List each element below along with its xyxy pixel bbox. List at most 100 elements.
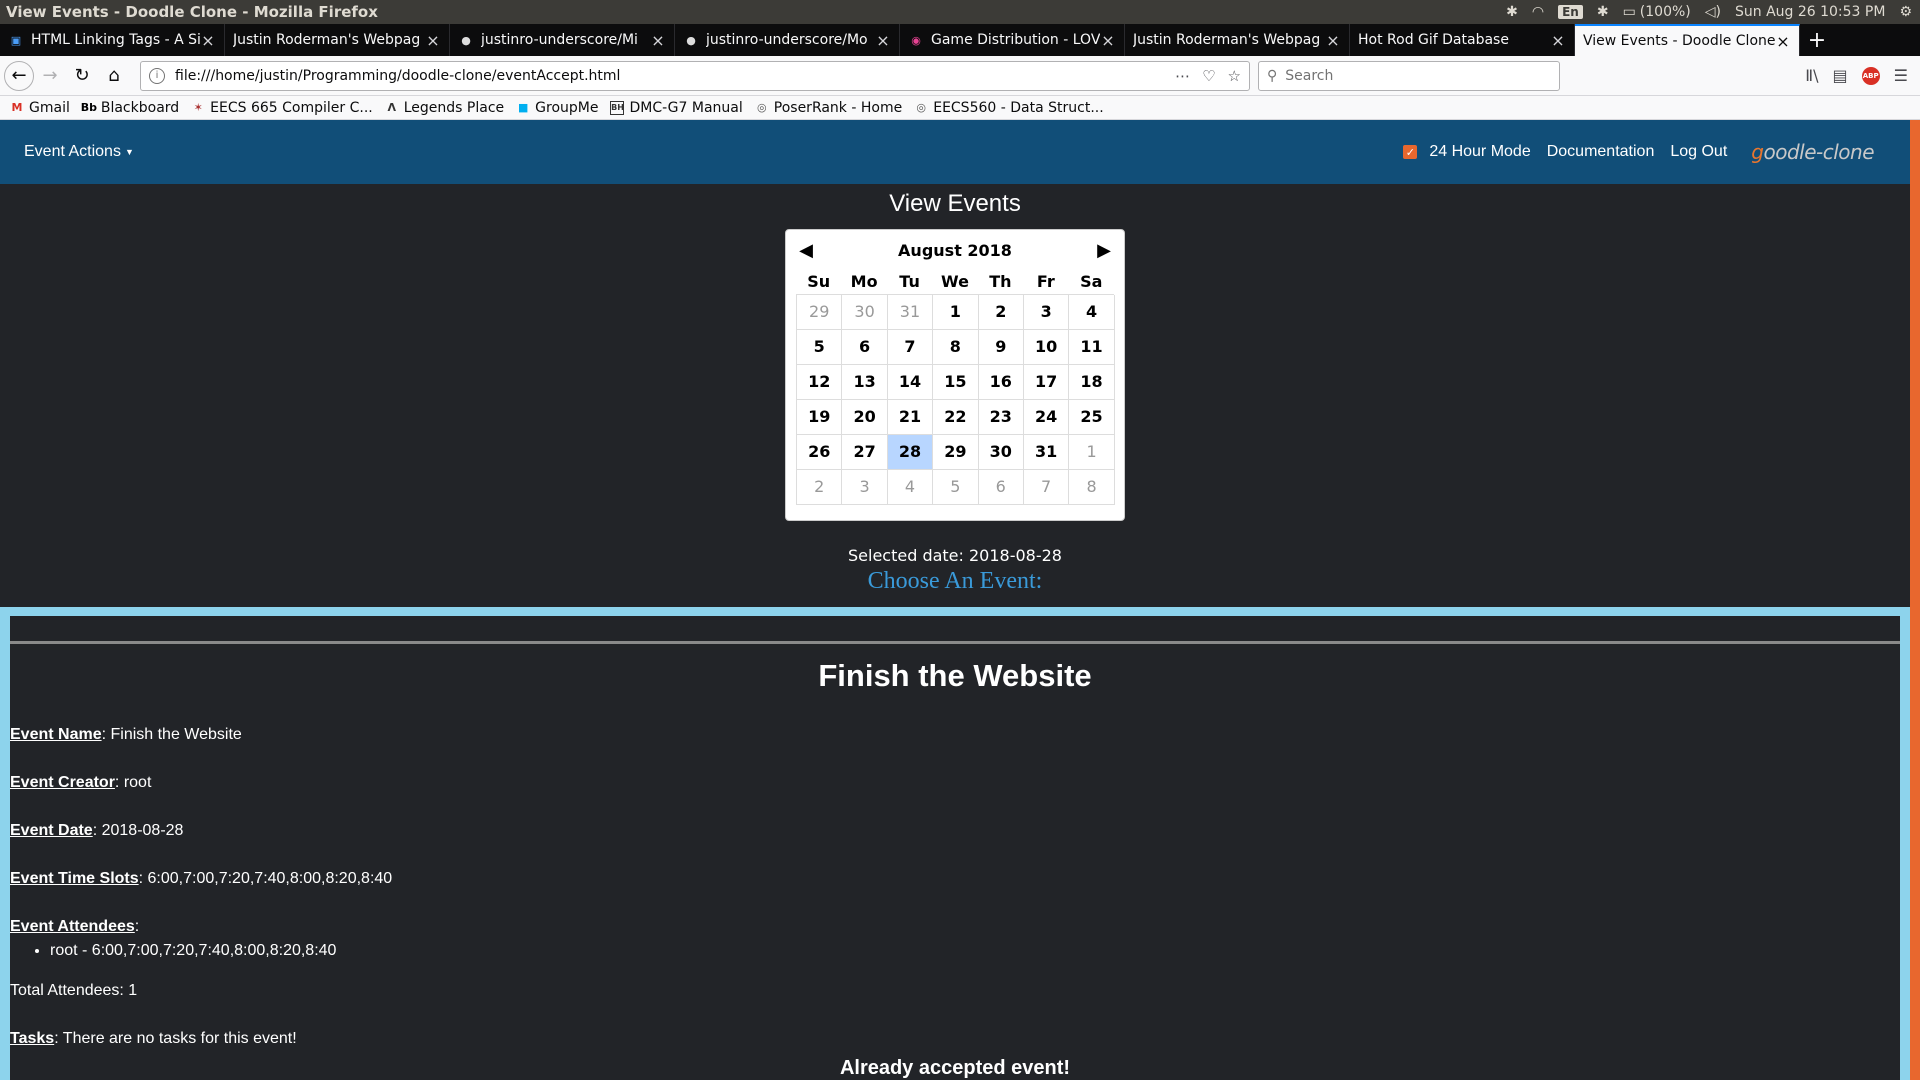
24-hour-mode-checkbox[interactable]: ✓ xyxy=(1403,145,1418,159)
bookmark-star-icon[interactable]: ☆ xyxy=(1228,67,1241,85)
tab-1[interactable]: ▣ HTML Linking Tags - A Si × xyxy=(0,24,225,56)
home-button[interactable]: ⌂ xyxy=(98,60,130,92)
close-icon[interactable]: × xyxy=(875,31,891,50)
clock[interactable]: Sun Aug 26 10:53 PM xyxy=(1735,4,1885,20)
calendar-day[interactable]: 6 xyxy=(978,470,1024,505)
bookmark-item[interactable]: ■ GroupMe xyxy=(516,100,599,116)
calendar-day[interactable]: 13 xyxy=(842,365,888,400)
bookmark-item[interactable]: Bb Blackboard xyxy=(81,100,179,116)
calendar-day[interactable]: 16 xyxy=(978,365,1024,400)
calendar-day[interactable]: 30 xyxy=(842,295,888,330)
close-icon[interactable]: × xyxy=(1325,31,1341,50)
tab-3[interactable]: ● justinro-underscore/Mi × xyxy=(450,24,675,56)
prev-month-button[interactable]: ◀ xyxy=(796,240,816,261)
tab-6[interactable]: Justin Roderman's Webpag × xyxy=(1125,24,1350,56)
calendar-day[interactable]: 3 xyxy=(842,470,888,505)
info-icon[interactable]: i xyxy=(149,67,165,84)
documentation-link[interactable]: Documentation xyxy=(1547,143,1655,161)
search-box[interactable]: ⚲ Search xyxy=(1258,60,1560,91)
wifi-icon[interactable]: ◠ xyxy=(1532,4,1544,20)
calendar-day[interactable]: 5 xyxy=(797,330,843,365)
calendar-day-selected[interactable]: 28 xyxy=(887,435,934,470)
calendar-day[interactable]: 18 xyxy=(1069,365,1115,400)
calendar-header: ◀ August 2018 ▶ xyxy=(796,236,1114,264)
calendar-day[interactable]: 31 xyxy=(887,295,934,330)
calendar-day[interactable]: 4 xyxy=(887,470,934,505)
calendar-day[interactable]: 11 xyxy=(1069,330,1115,365)
page-actions-icon[interactable]: ⋯ xyxy=(1175,67,1190,85)
tab-7[interactable]: Hot Rod Gif Database × xyxy=(1350,24,1575,56)
calendar-day[interactable]: 22 xyxy=(933,400,979,435)
calendar-day[interactable]: 24 xyxy=(1023,400,1070,435)
bluetooth-icon[interactable]: ✱ xyxy=(1506,4,1518,20)
sidebar-icon[interactable]: ▤ xyxy=(1833,66,1848,85)
calendar-day[interactable]: 3 xyxy=(1023,295,1070,330)
calendar-day[interactable]: 8 xyxy=(933,330,979,365)
bookmark-item[interactable]: ◎ EECS560 - Data Struct... xyxy=(914,100,1103,116)
forward-button[interactable]: → xyxy=(34,60,66,92)
adblock-icon[interactable]: ABP xyxy=(1861,66,1880,85)
calendar-day[interactable]: 26 xyxy=(797,435,843,470)
calendar-day[interactable]: 30 xyxy=(978,435,1024,470)
tab-8[interactable]: View Events - Doodle Clone × xyxy=(1575,24,1800,56)
tab-5[interactable]: ◉ Game Distribution - LOV × xyxy=(900,24,1125,56)
calendar-day[interactable]: 2 xyxy=(978,295,1024,330)
library-icon[interactable]: Ⅱ\ xyxy=(1805,66,1818,85)
close-icon[interactable]: × xyxy=(1550,31,1566,50)
calendar-day[interactable]: 1 xyxy=(933,295,979,330)
calendar-day[interactable]: 10 xyxy=(1023,330,1070,365)
url-bar[interactable]: i file:///home/justin/Programming/doodle… xyxy=(140,60,1250,91)
keyboard-layout-indicator[interactable]: En xyxy=(1558,5,1583,19)
url-text[interactable]: file:///home/justin/Programming/doodle-c… xyxy=(175,68,1163,84)
settings-gear-icon[interactable]: ⚙ xyxy=(1899,4,1912,20)
calendar-day[interactable]: 5 xyxy=(933,470,979,505)
volume-icon[interactable]: ◁) xyxy=(1705,4,1721,20)
calendar-day[interactable]: 29 xyxy=(933,435,979,470)
close-icon[interactable]: × xyxy=(1100,31,1116,50)
calendar-day[interactable]: 8 xyxy=(1069,470,1115,505)
calendar-day[interactable]: 19 xyxy=(797,400,843,435)
menu-icon[interactable]: ☰ xyxy=(1894,66,1908,85)
tab-4[interactable]: ● justinro-underscore/Mo × xyxy=(675,24,900,56)
calendar-day[interactable]: 27 xyxy=(842,435,888,470)
calendar-day[interactable]: 17 xyxy=(1023,365,1070,400)
next-month-button[interactable]: ▶ xyxy=(1094,240,1114,261)
calendar-day[interactable]: 31 xyxy=(1023,435,1070,470)
calendar-day[interactable]: 25 xyxy=(1069,400,1115,435)
bookmark-item[interactable]: ◎ PoserRank - Home xyxy=(755,100,902,116)
calendar-day[interactable]: 7 xyxy=(1023,470,1070,505)
bookmark-item[interactable]: ✶ EECS 665 Compiler C... xyxy=(191,100,373,116)
close-icon[interactable]: × xyxy=(425,31,441,50)
calendar-day[interactable]: 23 xyxy=(978,400,1024,435)
bluetooth-icon[interactable]: ✱ xyxy=(1597,4,1609,20)
bookmark-item[interactable]: M Gmail xyxy=(10,100,70,116)
scrollbar[interactable] xyxy=(1910,120,1920,1080)
bookmark-item[interactable]: BH DMC-G7 Manual xyxy=(610,100,743,116)
calendar-day[interactable]: 1 xyxy=(1069,435,1115,470)
calendar-day[interactable]: 2 xyxy=(797,470,843,505)
calendar-day[interactable]: 7 xyxy=(887,330,934,365)
event-actions-dropdown[interactable]: Event Actions ▼ xyxy=(24,143,134,161)
close-icon[interactable]: × xyxy=(200,31,216,50)
pocket-icon[interactable]: ♡ xyxy=(1202,67,1215,85)
calendar-day[interactable]: 12 xyxy=(797,365,843,400)
new-tab-button[interactable]: + xyxy=(1800,24,1834,56)
close-icon[interactable]: × xyxy=(1775,32,1791,51)
calendar-day[interactable]: 20 xyxy=(842,400,888,435)
logout-link[interactable]: Log Out xyxy=(1670,143,1727,161)
tab-2[interactable]: Justin Roderman's Webpag × xyxy=(225,24,450,56)
back-button[interactable]: ← xyxy=(4,60,34,91)
close-icon[interactable]: × xyxy=(650,31,666,50)
calendar-day[interactable]: 4 xyxy=(1069,295,1115,330)
calendar-day[interactable]: 9 xyxy=(978,330,1024,365)
calendar-day[interactable]: 29 xyxy=(797,295,843,330)
calendar-day[interactable]: 15 xyxy=(933,365,979,400)
brand-logo[interactable]: goodle-clone xyxy=(1751,140,1874,164)
calendar-day[interactable]: 6 xyxy=(842,330,888,365)
calendar-day[interactable]: 14 xyxy=(887,365,934,400)
bookmark-item[interactable]: Λ Legends Place xyxy=(385,100,504,116)
calendar-day[interactable]: 21 xyxy=(887,400,934,435)
24-hour-mode-label[interactable]: 24 Hour Mode xyxy=(1429,143,1530,161)
reload-button[interactable]: ↻ xyxy=(66,60,98,92)
battery-indicator[interactable]: ▭ (100%) xyxy=(1623,4,1691,20)
